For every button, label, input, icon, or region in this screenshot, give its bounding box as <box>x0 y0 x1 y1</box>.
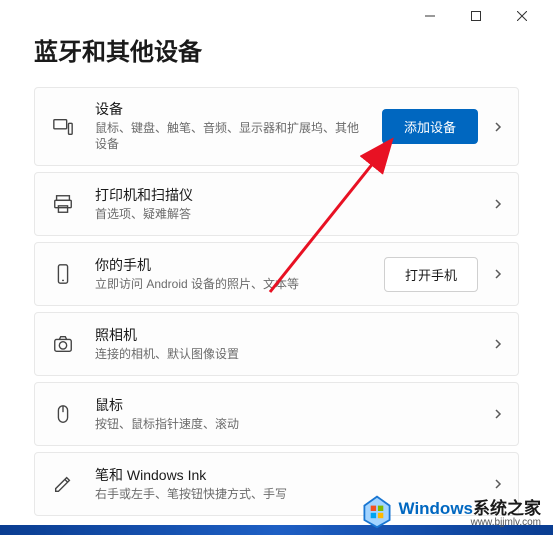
devices-card[interactable]: 设备 鼠标、键盘、触笔、音频、显示器和扩展坞、其他设备 添加设备 <box>34 87 519 166</box>
devices-icon <box>49 116 77 138</box>
phone-card[interactable]: 你的手机 立即访问 Android 设备的照片、文本等 打开手机 <box>34 242 519 306</box>
printers-card[interactable]: 打印机和扫描仪 首选项、疑难解答 <box>34 172 519 236</box>
watermark-suffix: 系统之家 <box>473 499 541 518</box>
chevron-right-icon <box>492 338 504 350</box>
card-title: 打印机和扫描仪 <box>95 186 478 206</box>
phone-icon <box>49 263 77 285</box>
watermark: Windows系统之家 www.bjjmlv.com <box>0 487 553 535</box>
add-device-button[interactable]: 添加设备 <box>382 109 478 144</box>
window-titlebar <box>0 0 553 32</box>
chevron-right-icon <box>492 121 504 133</box>
watermark-logo-icon <box>359 493 395 529</box>
chevron-right-icon <box>492 198 504 210</box>
settings-window: 蓝牙和其他设备 设备 鼠标、键盘、触笔、音频、显示器和扩展坞、其他设备 添加设备 <box>0 0 553 535</box>
card-title: 鼠标 <box>95 396 478 416</box>
card-body: 你的手机 立即访问 Android 设备的照片、文本等 <box>95 256 372 292</box>
card-body: 照相机 连接的相机、默认图像设置 <box>95 326 478 362</box>
maximize-button[interactable] <box>453 0 499 32</box>
minimize-button[interactable] <box>407 0 453 32</box>
card-title: 你的手机 <box>95 256 372 276</box>
watermark-text: Windows系统之家 www.bjjmlv.com <box>399 494 541 528</box>
card-body: 鼠标 按钮、鼠标指针速度、滚动 <box>95 396 478 432</box>
card-title: 照相机 <box>95 326 478 346</box>
settings-list: 设备 鼠标、键盘、触笔、音频、显示器和扩展坞、其他设备 添加设备 打印机和扫描仪… <box>0 87 553 516</box>
card-title: 设备 <box>95 100 370 120</box>
card-body: 打印机和扫描仪 首选项、疑难解答 <box>95 186 478 222</box>
card-subtitle: 首选项、疑难解答 <box>95 206 478 223</box>
card-title: 笔和 Windows Ink <box>95 466 478 486</box>
card-subtitle: 按钮、鼠标指针速度、滚动 <box>95 416 478 433</box>
chevron-right-icon <box>492 408 504 420</box>
printer-icon <box>49 193 77 215</box>
card-body: 设备 鼠标、键盘、触笔、音频、显示器和扩展坞、其他设备 <box>95 100 370 153</box>
close-button[interactable] <box>499 0 545 32</box>
card-subtitle: 鼠标、键盘、触笔、音频、显示器和扩展坞、其他设备 <box>95 120 370 154</box>
camera-card[interactable]: 照相机 连接的相机、默认图像设置 <box>34 312 519 376</box>
card-subtitle: 立即访问 Android 设备的照片、文本等 <box>95 276 372 293</box>
card-subtitle: 连接的相机、默认图像设置 <box>95 346 478 363</box>
page-title: 蓝牙和其他设备 <box>0 32 553 87</box>
chevron-right-icon <box>492 268 504 280</box>
open-phone-button[interactable]: 打开手机 <box>384 257 478 292</box>
mouse-card[interactable]: 鼠标 按钮、鼠标指针速度、滚动 <box>34 382 519 446</box>
camera-icon <box>49 333 77 355</box>
watermark-brand: Windows <box>399 499 473 518</box>
mouse-icon <box>49 403 77 425</box>
